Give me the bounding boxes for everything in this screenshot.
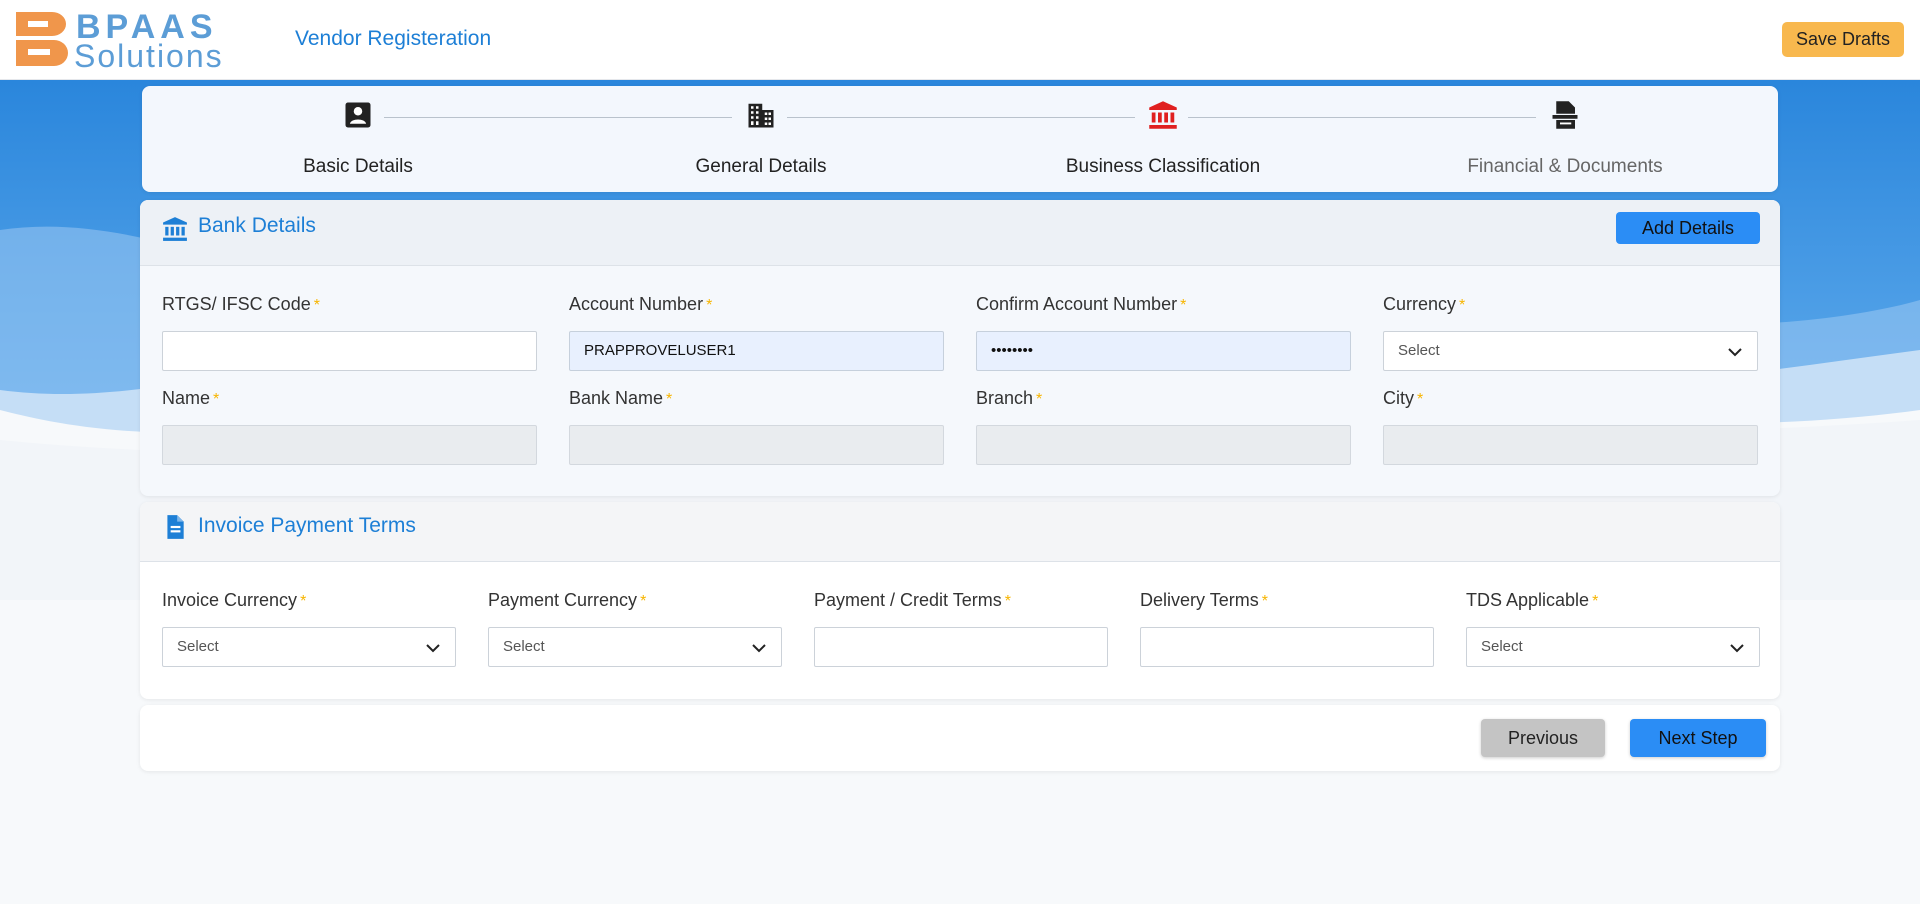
field-label: Payment Currency — [488, 590, 638, 610]
required-mark: * — [1459, 297, 1466, 314]
name-field: Name * — [162, 388, 537, 465]
branch-input — [976, 425, 1351, 465]
field-label: Account Number — [569, 294, 704, 314]
step-basic-details[interactable]: Basic Details — [228, 86, 488, 186]
required-mark: * — [1036, 391, 1043, 408]
confirm-account-input[interactable]: •••••••• — [976, 331, 1351, 371]
chevron-down-icon — [752, 644, 766, 653]
required-mark: * — [706, 297, 713, 314]
field-label: TDS Applicable — [1466, 590, 1590, 610]
account-number-input[interactable]: PRAPPROVELUSER1 — [569, 331, 944, 371]
ifsc-input[interactable] — [162, 331, 537, 371]
step-label: Basic Details — [303, 156, 413, 177]
field-label: Confirm Account Number — [976, 294, 1178, 314]
invoice-payment-terms-section: Invoice Payment Terms Invoice Currency * … — [140, 502, 1780, 699]
logo-b-mark-icon — [16, 12, 68, 66]
bpaas-logo[interactable]: BPAAS Solutions — [16, 8, 246, 74]
required-mark: * — [1180, 297, 1187, 314]
previous-button[interactable]: Previous — [1481, 719, 1605, 757]
add-details-button[interactable]: Add Details — [1615, 212, 1760, 244]
branch-field: Branch * — [976, 388, 1351, 465]
city-input — [1383, 425, 1758, 465]
currency-select[interactable]: Select — [1383, 331, 1758, 371]
invoice-currency-field: Invoice Currency * Select — [162, 590, 456, 667]
required-mark: * — [300, 593, 307, 610]
delivery-terms-field: Delivery Terms * — [1140, 590, 1434, 667]
step-general-details[interactable]: General Details — [631, 86, 891, 186]
field-label: Invoice Currency — [162, 590, 298, 610]
bank-details-section: Bank Details Add Details RTGS/ IFSC Code… — [140, 200, 1780, 496]
confirm-account-field: Confirm Account Number * •••••••• — [976, 294, 1351, 371]
chevron-down-icon — [426, 644, 440, 653]
registration-stepper: Basic Details General Details Business C… — [142, 86, 1778, 192]
required-mark: * — [313, 297, 320, 314]
select-value: Select — [503, 638, 545, 655]
invoice-terms-header: Invoice Payment Terms — [140, 502, 1780, 562]
field-label: Payment / Credit Terms — [814, 590, 1002, 610]
next-step-button[interactable]: Next Step — [1630, 719, 1766, 757]
chevron-down-icon — [1730, 644, 1744, 653]
field-label: Bank Name — [569, 388, 664, 408]
section-title: Bank Details — [198, 214, 316, 237]
bank-name-input — [569, 425, 944, 465]
chevron-down-icon — [1728, 348, 1742, 357]
step-label: General Details — [695, 156, 827, 177]
document-icon — [167, 515, 184, 539]
select-value: Select — [1398, 342, 1440, 359]
required-mark: * — [640, 593, 647, 610]
city-field: City * — [1383, 388, 1758, 465]
select-value: Select — [177, 638, 219, 655]
person-card-icon — [345, 102, 371, 128]
field-label: Name — [162, 388, 211, 408]
required-mark: * — [1261, 593, 1268, 610]
field-label: Currency — [1383, 294, 1457, 314]
account-number-field: Account Number * PRAPPROVELUSER1 — [569, 294, 944, 371]
section-title: Invoice Payment Terms — [198, 514, 416, 537]
payment-currency-select[interactable]: Select — [488, 627, 782, 667]
tds-applicable-select[interactable]: Select — [1466, 627, 1760, 667]
ifsc-field: RTGS/ IFSC Code * — [162, 294, 537, 371]
credit-terms-input[interactable] — [814, 627, 1108, 667]
required-mark: * — [1417, 391, 1424, 408]
required-mark: * — [666, 391, 673, 408]
file-signature-icon — [1552, 101, 1578, 129]
delivery-terms-input[interactable] — [1140, 627, 1434, 667]
logo-text-solutions: Solutions — [74, 38, 224, 74]
field-label: Delivery Terms — [1140, 590, 1259, 610]
step-label: Business Classification — [1065, 156, 1261, 177]
required-mark: * — [1004, 593, 1011, 610]
bank-name-field: Bank Name * — [569, 388, 944, 465]
step-business-classification[interactable]: Business Classification — [1033, 86, 1293, 186]
required-mark: * — [1592, 593, 1599, 610]
form-navigation-bar: Previous Next Step — [140, 705, 1780, 771]
credit-terms-field: Payment / Credit Terms * — [814, 590, 1108, 667]
required-mark: * — [213, 391, 220, 408]
top-bar: BPAAS Solutions Vendor Registeration Sav… — [0, 0, 1920, 80]
page-title: Vendor Registeration — [295, 27, 492, 50]
step-financial-documents[interactable]: Financial & Documents — [1435, 86, 1695, 186]
bank-icon — [163, 217, 187, 241]
bank-details-header: Bank Details Add Details — [140, 200, 1780, 266]
step-label: Financial & Documents — [1467, 156, 1663, 177]
bank-icon — [1149, 101, 1177, 129]
field-label: Branch — [976, 388, 1034, 408]
field-label: RTGS/ IFSC Code — [162, 294, 311, 314]
save-drafts-button[interactable]: Save Drafts — [1781, 22, 1904, 57]
payment-currency-field: Payment Currency * Select — [488, 590, 782, 667]
field-label: City — [1383, 388, 1414, 408]
select-value: Select — [1481, 638, 1523, 655]
currency-field: Currency * Select — [1383, 294, 1758, 371]
name-input — [162, 425, 537, 465]
invoice-currency-select[interactable]: Select — [162, 627, 456, 667]
tds-applicable-field: TDS Applicable * Select — [1466, 590, 1760, 667]
building-icon — [748, 103, 774, 128]
